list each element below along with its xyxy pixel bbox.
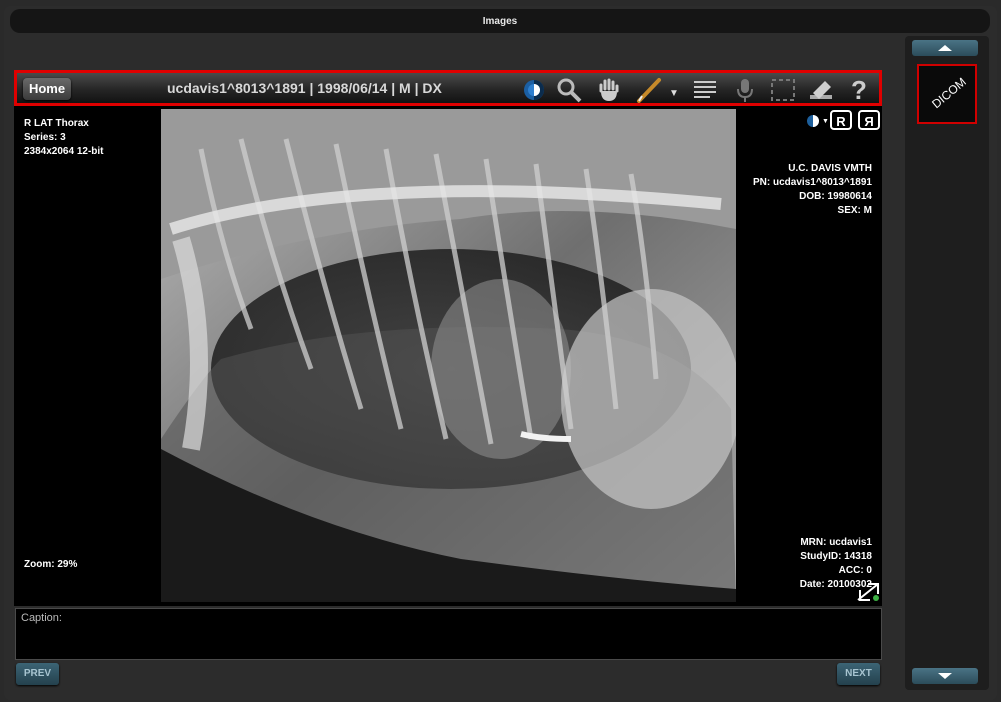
series-info: R LAT Thorax Series: 3 2384x2064 12-bit bbox=[24, 117, 104, 159]
institution-name: U.C. DAVIS VMTH bbox=[788, 163, 872, 174]
image-dimensions: 2384x2064 12-bit bbox=[24, 146, 104, 157]
caption-label: Caption: bbox=[21, 612, 62, 624]
thumbnail-rail: DICOM bbox=[905, 36, 989, 690]
fit-frame-icon[interactable] bbox=[769, 77, 797, 103]
patient-info: U.C. DAVIS VMTH PN: ucdavis1^8013^1891 D… bbox=[753, 162, 872, 218]
flip-vertical-button[interactable]: R bbox=[858, 110, 880, 130]
scroll-down-button[interactable] bbox=[912, 668, 978, 684]
prev-button[interactable]: PREV bbox=[16, 663, 59, 685]
study-id: StudyID: 14318 bbox=[800, 551, 872, 562]
next-button[interactable]: NEXT bbox=[837, 663, 880, 685]
patient-name: PN: ucdavis1^8013^1891 bbox=[753, 177, 872, 188]
mrn: MRN: ucdavis1 bbox=[800, 537, 872, 548]
dropdown-arrow-icon[interactable]: ▼ bbox=[667, 77, 681, 103]
help-icon[interactable]: ? bbox=[845, 77, 873, 103]
annotate-pen-icon[interactable] bbox=[635, 77, 663, 103]
xray-image[interactable] bbox=[161, 109, 736, 602]
thumbnail-dicom[interactable]: DICOM bbox=[917, 64, 977, 124]
caption-box[interactable]: Caption: bbox=[15, 608, 882, 660]
flip-horizontal-button[interactable]: R bbox=[830, 110, 852, 130]
series-number: Series: 3 bbox=[24, 132, 66, 143]
microphone-icon[interactable] bbox=[731, 77, 759, 103]
brightness-dropdown-icon[interactable]: ▼ bbox=[822, 118, 829, 125]
window-title: Images bbox=[10, 9, 990, 33]
study-title: ucdavis1^8013^1891 | 1998/06/14 | M | DX bbox=[167, 80, 442, 96]
home-button[interactable]: Home bbox=[23, 78, 71, 100]
patient-sex: SEX: M bbox=[837, 205, 872, 216]
series-description: R LAT Thorax bbox=[24, 118, 89, 129]
image-viewport[interactable]: R LAT Thorax Series: 3 2384x2064 12-bit … bbox=[14, 106, 882, 606]
text-lines-icon[interactable] bbox=[691, 77, 719, 103]
thumbnail-label: DICOM bbox=[929, 74, 969, 112]
scroll-up-button[interactable] bbox=[912, 40, 978, 56]
patient-dob: DOB: 19980614 bbox=[799, 191, 872, 202]
magnifier-icon[interactable] bbox=[555, 77, 583, 103]
accession: ACC: 0 bbox=[838, 565, 872, 576]
zoom-level: Zoom: 29% bbox=[24, 559, 78, 570]
clear-annotations-icon[interactable] bbox=[807, 77, 835, 103]
resize-expand-icon[interactable] bbox=[856, 582, 880, 602]
pan-hand-icon[interactable] bbox=[595, 77, 623, 103]
contrast-icon[interactable] bbox=[520, 77, 548, 103]
study-toolbar: Home ucdavis1^8013^1891 | 1998/06/14 | M… bbox=[14, 70, 882, 106]
brightness-toggle-icon[interactable] bbox=[804, 112, 822, 130]
